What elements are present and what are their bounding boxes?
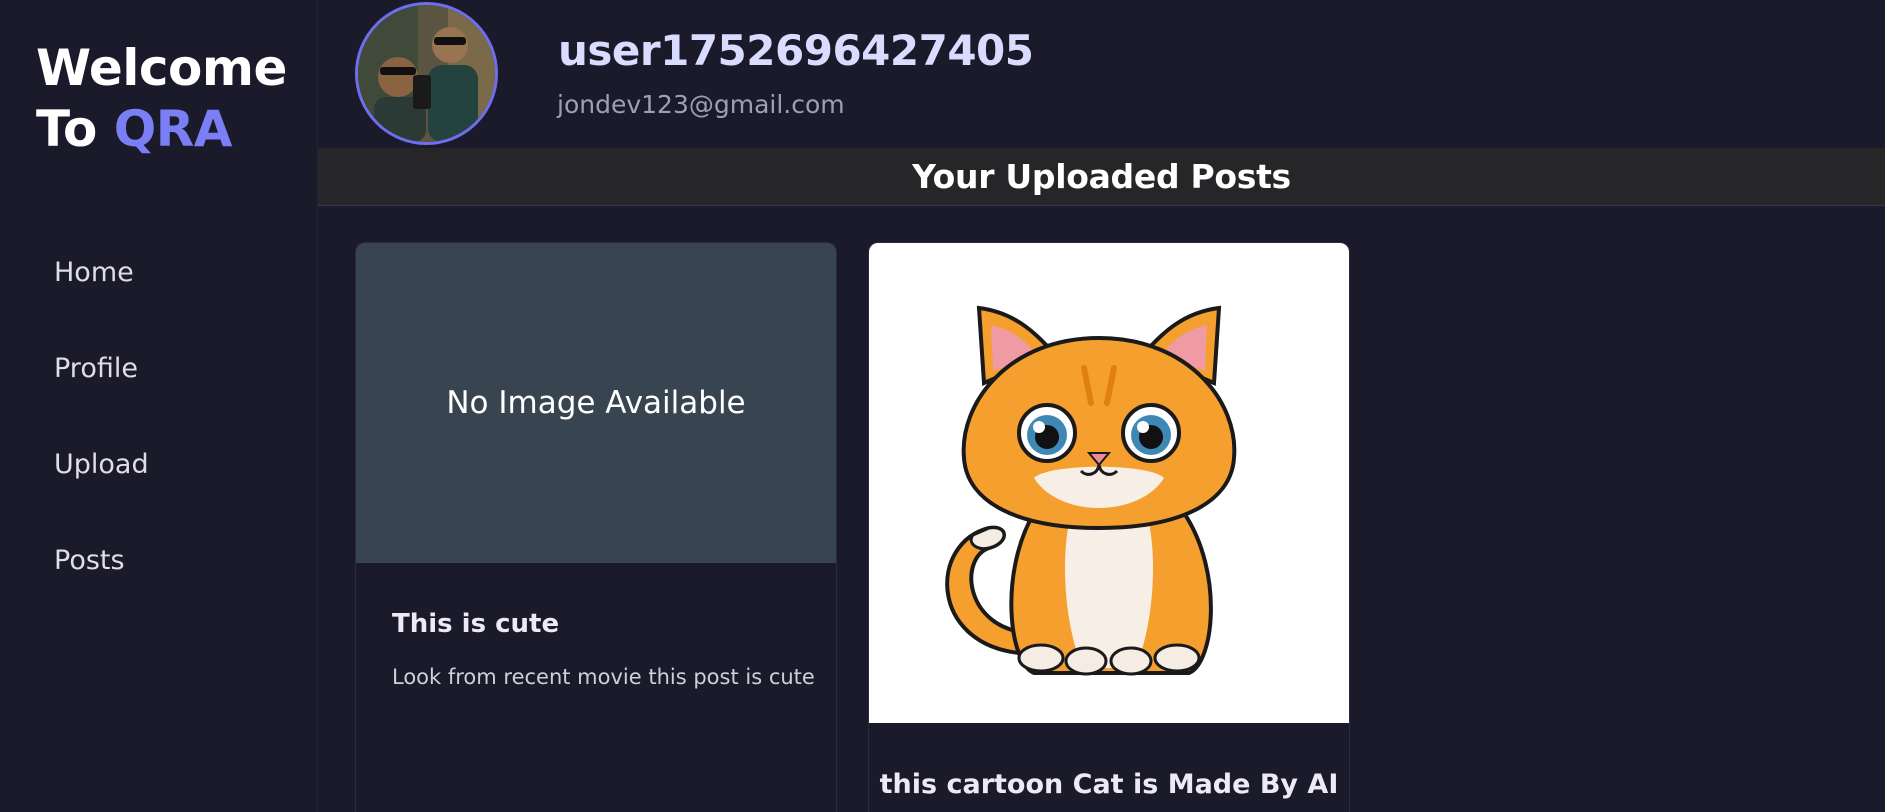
image-placeholder-text: No Image Available <box>446 385 746 421</box>
post-description: Look from recent movie this post is cute <box>392 665 815 689</box>
avatar-photo <box>358 5 495 142</box>
sidebar: Welcome To QRA Home Profile Upload Posts <box>0 0 318 812</box>
post-card[interactable]: this cartoon Cat is Made By AI <box>868 242 1350 812</box>
brand-accent: QRA <box>113 100 233 158</box>
brand-line-1: Welcome <box>36 39 287 97</box>
image-placeholder: No Image Available <box>356 243 836 563</box>
sidebar-item-posts[interactable]: Posts <box>0 513 318 609</box>
sidebar-item-home[interactable]: Home <box>0 225 318 321</box>
avatar <box>355 2 498 145</box>
sidebar-nav: Home Profile Upload Posts <box>0 225 318 609</box>
brand-line-2: To QRA <box>36 99 287 160</box>
brand-logo: Welcome To QRA <box>36 38 287 160</box>
profile-username: user1752696427405 <box>558 26 1034 75</box>
posts-section-header: Your Uploaded Posts <box>318 148 1885 206</box>
post-title: this cartoon Cat is Made By AI <box>879 769 1339 800</box>
post-card-body: This is cute Look from recent movie this… <box>356 563 836 689</box>
post-card[interactable]: No Image Available This is cute Look fro… <box>355 242 837 812</box>
app-root: Welcome To QRA Home Profile Upload Posts… <box>0 0 1885 812</box>
post-card-body: this cartoon Cat is Made By AI <box>869 723 1349 800</box>
sidebar-item-upload[interactable]: Upload <box>0 417 318 513</box>
cartoon-cat-illustration <box>945 305 1237 676</box>
profile-email: jondev123@gmail.com <box>557 90 845 119</box>
profile-header <box>318 0 1885 148</box>
brand-prefix: To <box>36 100 114 158</box>
sidebar-item-profile[interactable]: Profile <box>0 321 318 417</box>
post-title: This is cute <box>392 609 560 639</box>
posts-section-title: Your Uploaded Posts <box>912 157 1291 196</box>
post-image <box>869 243 1349 723</box>
